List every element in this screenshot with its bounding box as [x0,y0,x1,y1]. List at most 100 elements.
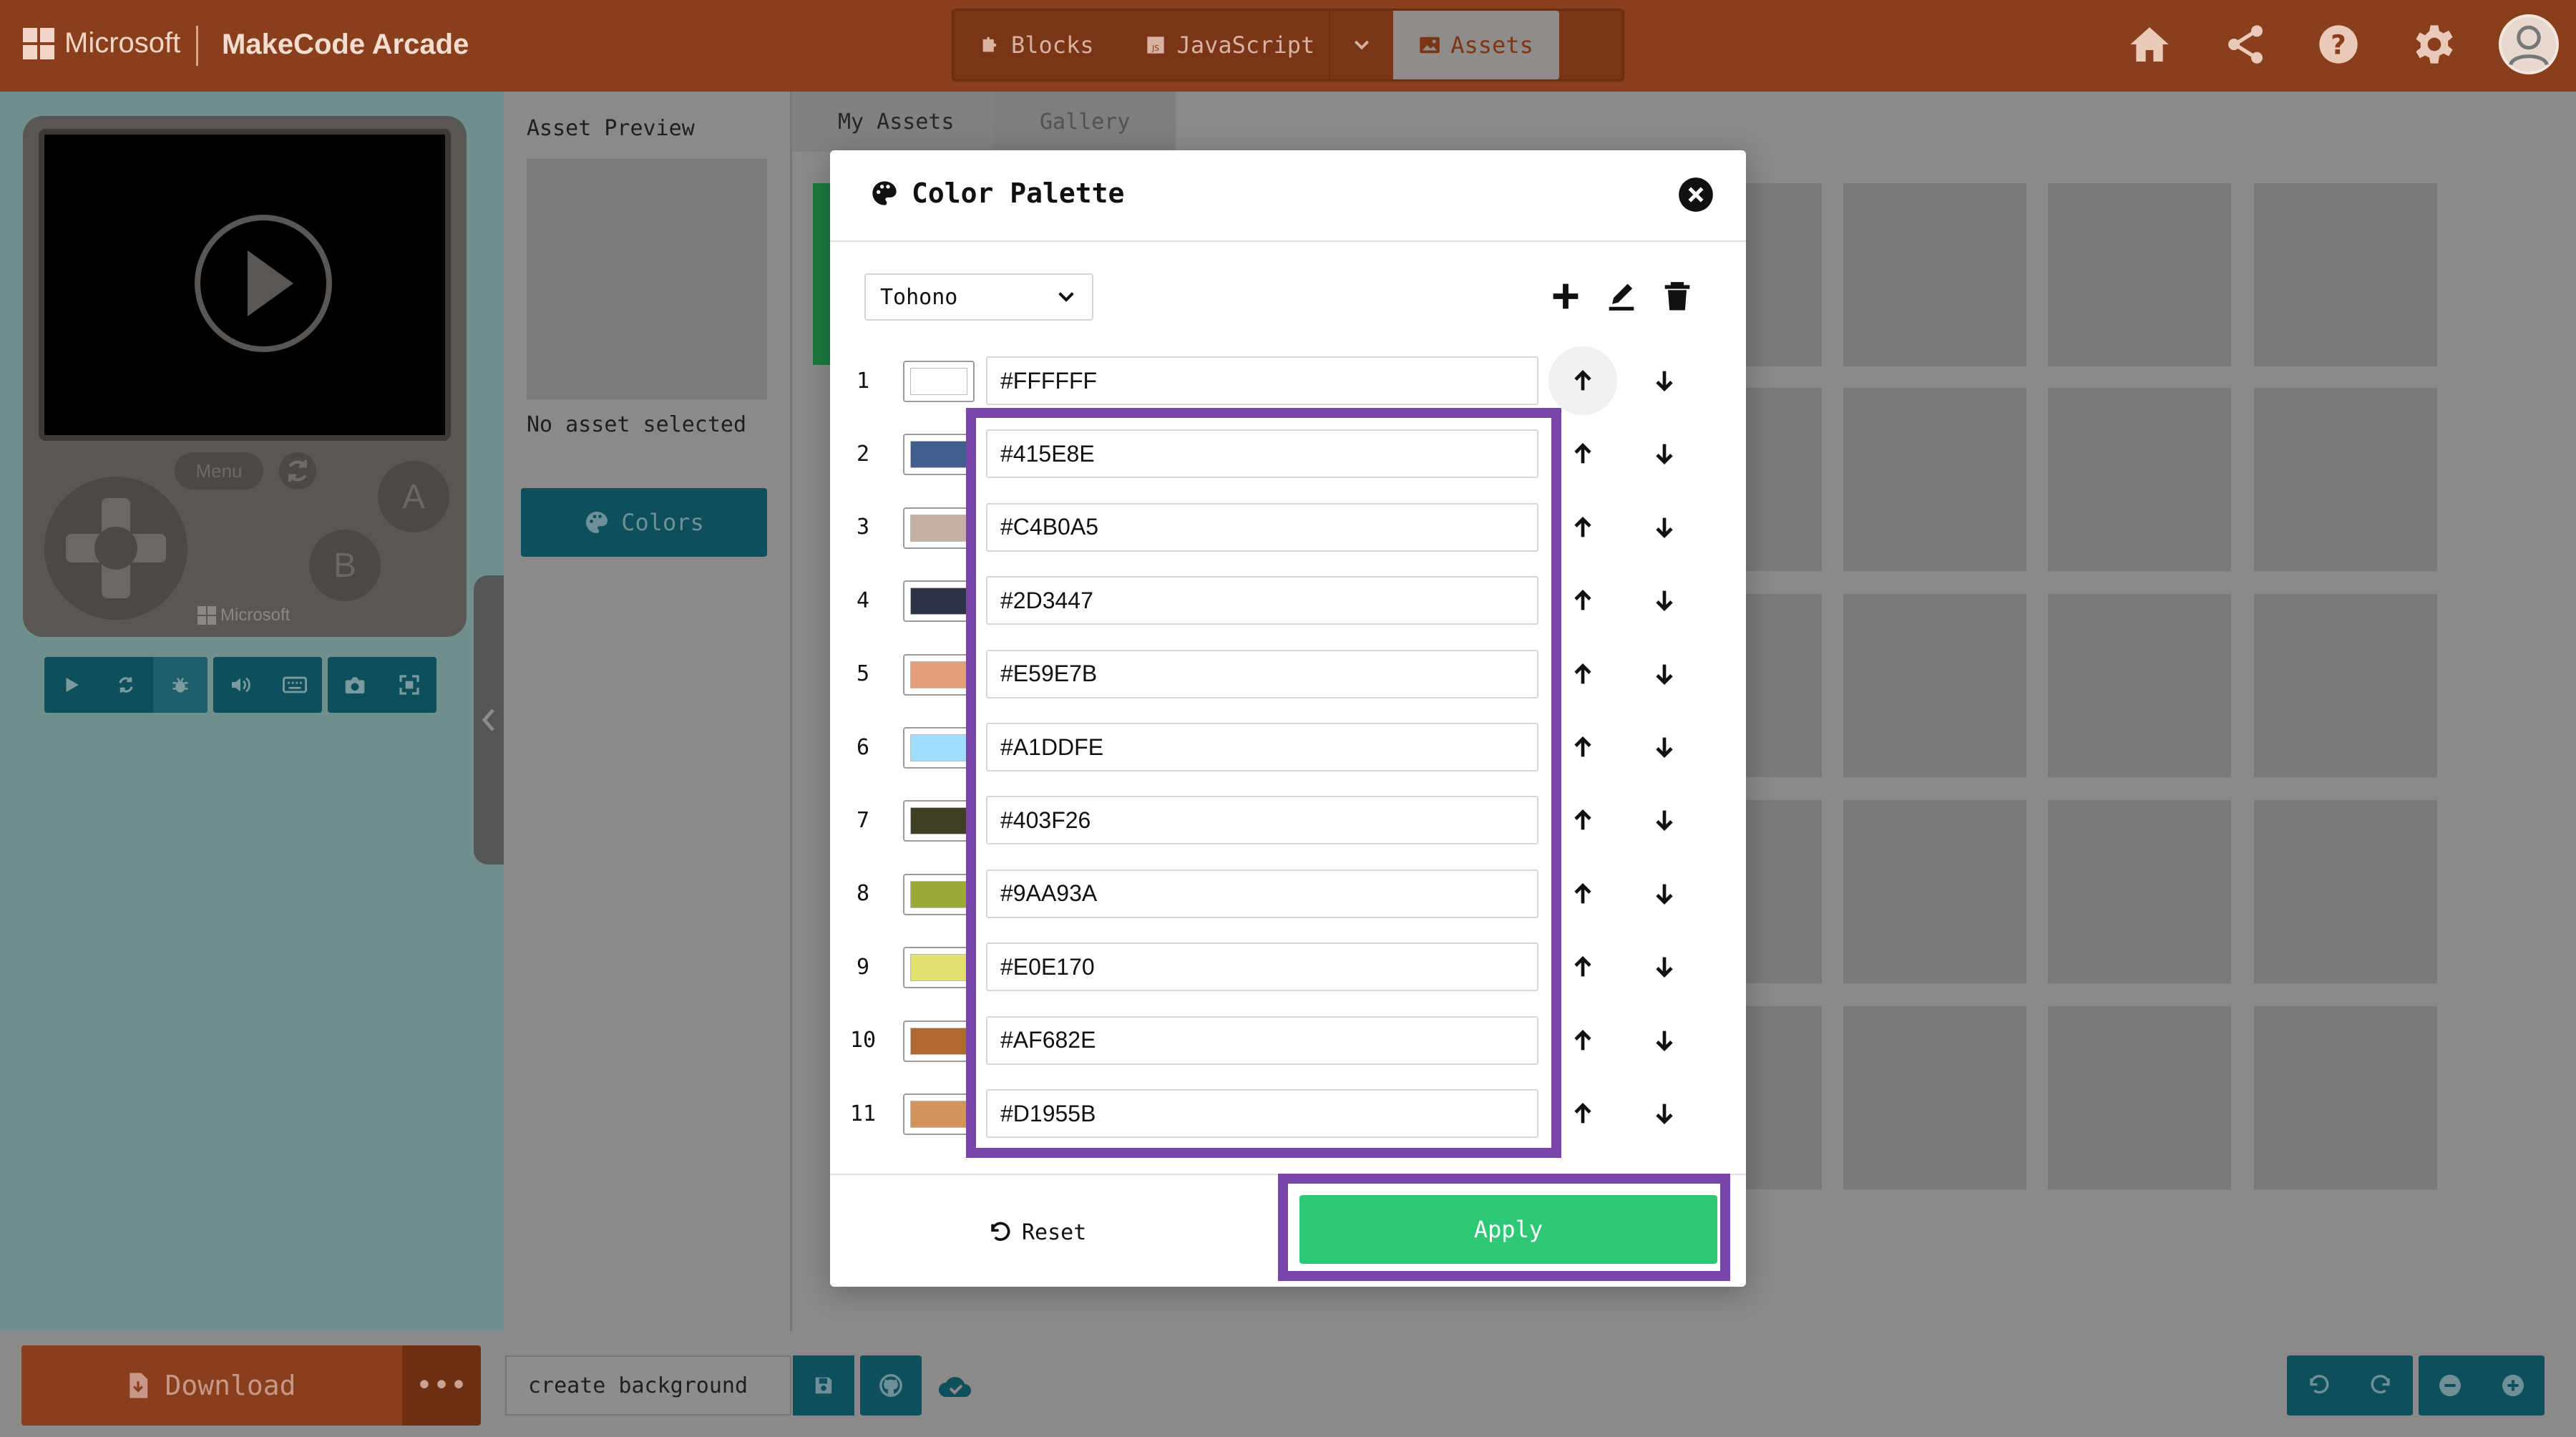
move-up-icon[interactable] [1548,1079,1617,1148]
home-icon[interactable] [2127,21,2172,67]
move-down-icon[interactable] [1630,786,1699,854]
share-icon[interactable] [2223,21,2268,67]
bug-icon[interactable] [153,657,208,713]
color-swatch[interactable] [903,727,975,769]
tab-my-assets[interactable]: My Assets [792,92,1000,152]
move-up-icon[interactable] [1548,566,1617,635]
asset-tile[interactable] [2048,1006,2231,1189]
avatar-icon[interactable] [2499,14,2559,74]
move-down-icon[interactable] [1630,566,1699,635]
hex-input[interactable] [986,502,1538,552]
zoom-out-icon[interactable] [2419,1355,2482,1416]
asset-tile[interactable] [2048,388,2231,571]
collapse-simulator-handle[interactable] [474,575,504,864]
move-up-icon[interactable] [1548,346,1617,415]
asset-tile[interactable] [2254,388,2437,571]
hex-input[interactable] [986,576,1538,625]
reset-button[interactable]: Reset [987,1204,1086,1261]
move-down-icon[interactable] [1630,1079,1699,1148]
add-palette-icon[interactable] [1547,278,1584,315]
a-button[interactable]: A [378,461,449,532]
move-up-icon[interactable] [1548,713,1617,781]
asset-tile[interactable] [2254,183,2437,366]
palette-select[interactable]: Tohono [864,273,1093,321]
asset-tile[interactable] [2048,800,2231,983]
app-title[interactable]: MakeCode Arcade [222,29,469,61]
hex-input[interactable] [986,649,1538,698]
asset-tile[interactable] [2254,594,2437,777]
hex-input[interactable] [986,869,1538,918]
tab-blocks[interactable]: Blocks [954,11,1120,79]
move-down-icon[interactable] [1630,713,1699,781]
asset-tile[interactable] [1843,388,2026,571]
hex-input[interactable] [986,356,1538,405]
color-swatch[interactable] [903,947,975,989]
more-options-button[interactable]: ••• [402,1345,481,1426]
trash-icon[interactable] [1659,278,1696,315]
move-down-icon[interactable] [1630,1006,1699,1075]
camera-icon[interactable] [328,657,382,713]
rename-palette-icon[interactable] [1603,278,1640,315]
move-up-icon[interactable] [1548,640,1617,708]
move-down-icon[interactable] [1630,640,1699,708]
hex-input[interactable] [986,796,1538,845]
color-swatch[interactable] [903,361,975,402]
asset-tile[interactable] [1843,594,2026,777]
game-screen[interactable] [39,129,451,441]
volume-icon[interactable] [213,657,268,713]
color-swatch[interactable] [903,873,975,915]
keyboard-icon[interactable] [268,657,322,713]
asset-tile[interactable] [2254,1006,2437,1189]
play-icon[interactable] [44,657,99,713]
hex-input[interactable] [986,1015,1538,1065]
color-swatch[interactable] [903,800,975,842]
fullscreen-icon[interactable] [382,657,436,713]
move-up-icon[interactable] [1548,493,1617,562]
move-up-icon[interactable] [1548,932,1617,1001]
apply-button[interactable]: Apply [1299,1195,1717,1264]
redo-icon[interactable] [2350,1355,2413,1416]
undo-icon[interactable] [2287,1355,2350,1416]
move-down-icon[interactable] [1630,419,1699,488]
play-icon[interactable] [195,215,332,352]
project-name-input[interactable] [505,1355,791,1416]
color-swatch[interactable] [903,580,975,623]
restart-icon[interactable] [99,657,153,713]
asset-tile[interactable] [1843,183,2026,366]
asset-tile[interactable] [2048,183,2231,366]
asset-tile[interactable] [1843,800,2026,983]
menu-button[interactable]: Menu [175,452,263,489]
move-down-icon[interactable] [1630,346,1699,415]
github-button[interactable] [860,1355,922,1416]
move-down-icon[interactable] [1630,859,1699,928]
move-up-icon[interactable] [1548,859,1617,928]
color-swatch[interactable] [903,507,975,549]
zoom-in-icon[interactable] [2482,1355,2545,1416]
close-icon[interactable] [1677,176,1714,213]
save-button[interactable] [793,1355,854,1416]
hex-input[interactable] [986,723,1538,771]
tab-javascript[interactable]: JS JavaScript [1120,11,1330,79]
move-up-icon[interactable] [1548,419,1617,488]
color-swatch[interactable] [903,1093,975,1135]
colors-button[interactable]: Colors [521,488,767,557]
download-button[interactable]: Download [21,1345,402,1426]
help-icon[interactable]: ? [2316,21,2361,67]
tab-gallery[interactable]: Gallery [994,92,1176,152]
move-up-icon[interactable] [1548,1006,1617,1075]
hex-input[interactable] [986,429,1538,479]
hex-input[interactable] [986,942,1538,992]
color-swatch[interactable] [903,434,975,476]
hex-input[interactable] [986,1089,1538,1138]
gear-icon[interactable] [2411,21,2457,67]
b-button[interactable]: B [309,530,381,601]
language-dropdown[interactable] [1329,11,1393,79]
move-down-icon[interactable] [1630,932,1699,1001]
tab-assets[interactable]: Assets [1393,11,1559,79]
asset-tile[interactable] [2254,800,2437,983]
move-up-icon[interactable] [1548,786,1617,854]
dpad[interactable] [44,477,187,620]
color-swatch[interactable] [903,1020,975,1062]
asset-tile[interactable] [1843,1006,2026,1189]
restart-icon[interactable] [279,452,316,489]
